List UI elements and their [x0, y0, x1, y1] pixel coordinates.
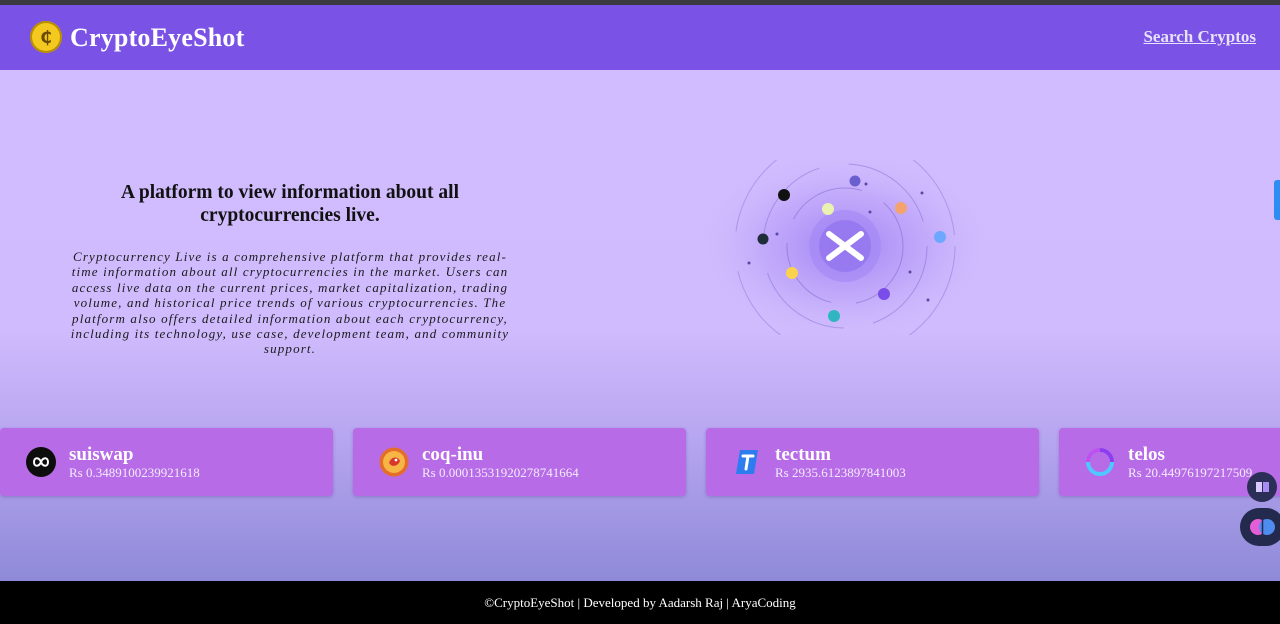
hero-title: A platform to view information about all…: [121, 182, 459, 226]
telos-icon: [1085, 447, 1115, 477]
coin-name: telos: [1128, 444, 1165, 465]
site-footer: ©CryptoEyeShot | Developed by Aadarsh Ra…: [0, 581, 1280, 624]
coin-icon[interactable]: ₵: [30, 21, 62, 53]
reader-mode-button[interactable]: [1247, 472, 1277, 502]
coin-price: Rs 2935.6123897841003: [775, 465, 906, 480]
coin-card-tectum[interactable]: tectum Rs 2935.6123897841003: [706, 428, 1039, 496]
coin-name: coq-inu: [422, 444, 484, 465]
site-brand[interactable]: CryptoEyeShot: [70, 23, 245, 53]
brain-icon: [1250, 519, 1275, 535]
coin-name: suiswap: [69, 444, 134, 465]
side-scroll-tab[interactable]: [1274, 180, 1280, 220]
ai-assistant-button[interactable]: [1240, 508, 1280, 546]
coin-name: tectum: [775, 444, 831, 465]
suiswap-icon: [26, 447, 56, 477]
coin-price: Rs 20.44976197217509: [1128, 465, 1253, 480]
coin-card-suiswap[interactable]: suiswap Rs 0.3489100239921618: [0, 428, 333, 496]
hero-description: Cryptocurrency Live is a comprehensive p…: [70, 249, 510, 357]
coin-card-coq-inu[interactable]: coq-inu Rs 0.00013531920278741664: [353, 428, 686, 496]
search-cryptos-link[interactable]: Search Cryptos: [1143, 27, 1256, 47]
crypto-orbit-illustration: [695, 135, 995, 357]
tectum-icon: [732, 447, 762, 477]
coq-inu-icon: [379, 447, 409, 477]
book-icon: [1256, 482, 1269, 492]
site-header: ₵ CryptoEyeShot Search Cryptos: [0, 5, 1280, 70]
coin-price: Rs 0.00013531920278741664: [422, 465, 579, 480]
svg-text:₵: ₵: [40, 28, 52, 48]
coin-price: Rs 0.3489100239921618: [69, 465, 200, 480]
